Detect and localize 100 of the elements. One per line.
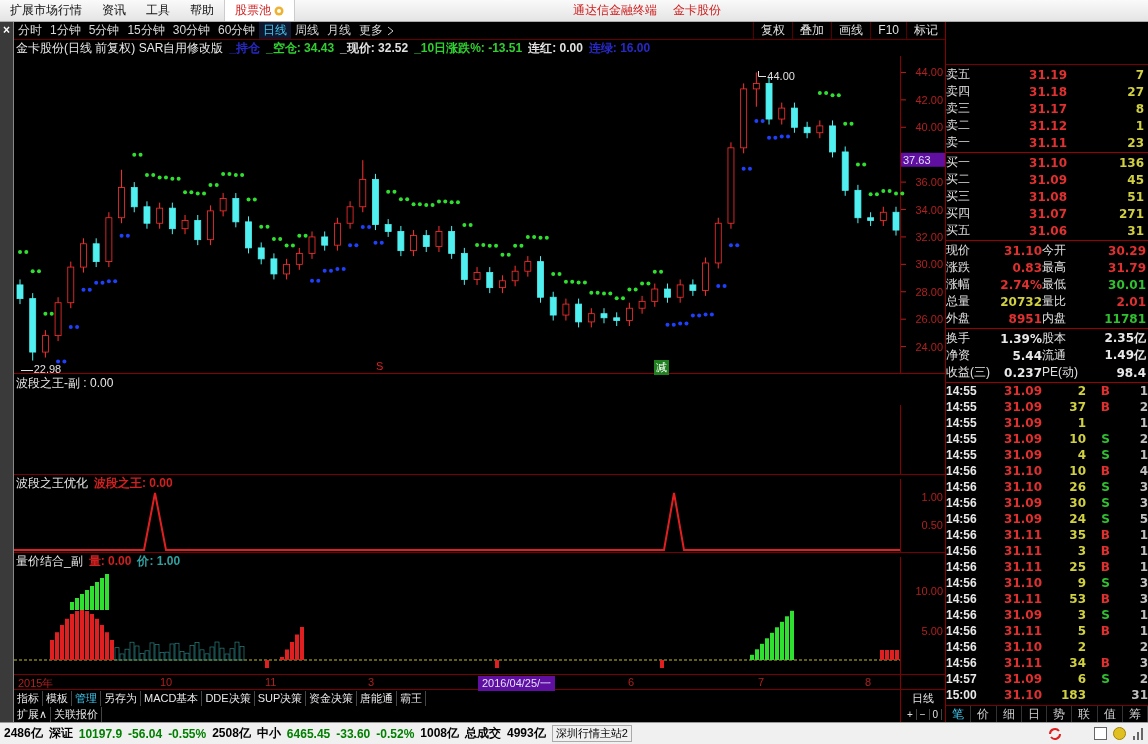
indicator-tab[interactable]: 指标 xyxy=(14,690,43,706)
close-button[interactable]: × xyxy=(3,22,10,38)
candle xyxy=(308,230,316,260)
trade-time: 14:55 xyxy=(946,400,978,414)
menu-item[interactable]: 资讯 xyxy=(92,2,136,19)
expand-link[interactable]: 关联报价 xyxy=(51,706,103,722)
trade-time: 15:00 xyxy=(946,688,978,702)
quote-label: 卖一 xyxy=(946,135,971,150)
indicator-tab[interactable]: 管理 xyxy=(72,690,101,706)
coin-icon[interactable] xyxy=(1113,727,1126,740)
candle xyxy=(841,145,849,197)
trade-count: 5 xyxy=(1138,512,1148,526)
stat-label: 最低 xyxy=(1042,277,1067,292)
quote-label: 卖四 xyxy=(946,84,971,99)
trade-price: 31.10 xyxy=(1003,640,1042,654)
candle xyxy=(257,241,265,265)
app-title: 通达信金融终端 xyxy=(572,2,658,19)
period-tab[interactable]: 月线 xyxy=(323,22,356,39)
candle xyxy=(740,82,748,154)
signal-icon xyxy=(1132,726,1144,741)
indicator-tab[interactable]: MACD基本 xyxy=(141,690,203,706)
candle xyxy=(143,200,151,230)
period-tab[interactable]: 1分钟 xyxy=(46,22,85,39)
stat-value: 31.79 xyxy=(1107,260,1146,275)
trade-time: 14:56 xyxy=(946,544,978,558)
expand-link[interactable]: 扩展∧ xyxy=(14,706,52,722)
stat-label: 流通 xyxy=(1042,348,1067,363)
current-price-label: 37.63 xyxy=(901,152,945,167)
toolbar-button[interactable]: 画线 xyxy=(831,22,871,39)
status-text: 总成交 xyxy=(465,725,501,742)
stat-value: 5.44 xyxy=(1011,348,1042,363)
quote-volume: 27 xyxy=(1126,84,1144,99)
status-text: 4993亿 xyxy=(507,725,546,742)
quote-label: 买五 xyxy=(946,223,971,238)
zoom-button[interactable]: + xyxy=(903,708,917,720)
period-tab[interactable]: 周线 xyxy=(291,22,324,39)
menu-item[interactable]: 工具 xyxy=(136,2,180,19)
trade-time: 14:56 xyxy=(946,480,978,494)
trade-volume: 183 xyxy=(1059,688,1086,702)
indicator-tab[interactable]: DDE决策 xyxy=(202,690,255,706)
indicator-tab[interactable]: 资金决策 xyxy=(306,690,358,706)
trade-count: 1 xyxy=(1138,608,1148,622)
stat-value: 2.01 xyxy=(1115,294,1146,309)
date-cursor-label: 2016/04/25/一 xyxy=(478,676,556,691)
axis-label: 36.00 xyxy=(915,176,943,189)
period-tab[interactable]: 60分钟 xyxy=(214,22,260,39)
stat-value: 11781 xyxy=(1103,311,1146,326)
period-tab[interactable]: 30分钟 xyxy=(168,22,215,39)
indicator-value: 量: 0.00 xyxy=(88,552,132,570)
candle xyxy=(181,214,189,235)
refresh-icon[interactable] xyxy=(1048,726,1062,741)
quote-volume: 45 xyxy=(1126,172,1144,187)
quote-price: 31.12 xyxy=(1028,118,1067,133)
toolbar-button[interactable]: 复权 xyxy=(753,22,793,39)
tick-mark xyxy=(900,236,907,238)
window-icon[interactable] xyxy=(1094,727,1107,740)
trade-time: 14:55 xyxy=(946,432,978,446)
period-tab[interactable]: 分时 xyxy=(14,22,46,39)
status-text: 中小 xyxy=(256,725,281,742)
stat-label: 净资 xyxy=(946,348,971,363)
quote-volume: 51 xyxy=(1126,189,1144,204)
indicator-tab[interactable]: SUP决策 xyxy=(254,690,307,706)
stock-pool-button[interactable]: 股票池 xyxy=(224,0,295,21)
candle xyxy=(626,302,633,327)
period-tab[interactable]: 日线 xyxy=(259,22,292,39)
trade-time: 14:55 xyxy=(946,448,978,462)
trade-count: 31 xyxy=(1130,688,1148,702)
indicator-tab[interactable]: 另存为 xyxy=(101,690,141,706)
chevron-right-icon[interactable] xyxy=(387,25,395,36)
toolbar-button[interactable]: 标记 xyxy=(906,22,945,39)
candle xyxy=(816,119,824,139)
indicator-value: _持仓 xyxy=(229,39,261,57)
indicator-tab[interactable]: 霸王 xyxy=(397,690,427,706)
toolbar-button[interactable]: 叠加 xyxy=(792,22,832,39)
stat-label: 现价 xyxy=(946,243,971,258)
stat-label: 内盘 xyxy=(1042,311,1067,326)
period-tab[interactable]: 更多 xyxy=(355,22,388,39)
indicator-tab[interactable]: 唐能通 xyxy=(357,690,398,706)
axis-label: 5.00 xyxy=(921,625,943,637)
zoom-button[interactable]: 0 xyxy=(929,708,943,720)
indicator-tab[interactable]: 模板 xyxy=(43,690,72,706)
period-tab[interactable]: 15分钟 xyxy=(123,22,169,39)
candle xyxy=(194,214,202,246)
candle xyxy=(245,215,252,254)
candle xyxy=(867,211,874,227)
menu-item[interactable]: 帮助 xyxy=(180,2,224,19)
status-text: 6465.45 xyxy=(286,726,331,741)
zoom-button[interactable]: − xyxy=(916,708,930,720)
toolbar-button[interactable]: F10 xyxy=(870,22,906,39)
menu-item[interactable]: 扩展市场行情 xyxy=(0,2,92,19)
coin-icon xyxy=(274,5,284,16)
period-tab[interactable]: 5分钟 xyxy=(84,22,124,39)
trade-volume: 2 xyxy=(1076,640,1086,654)
candle xyxy=(791,102,798,134)
quote-label: 买四 xyxy=(946,206,971,221)
trade-count: 3 xyxy=(1138,496,1148,510)
trade-price: 31.11 xyxy=(1003,528,1042,542)
stat-label: 股本 xyxy=(1042,331,1067,346)
candle xyxy=(803,121,811,139)
trade-price: 31.10 xyxy=(1003,688,1042,702)
